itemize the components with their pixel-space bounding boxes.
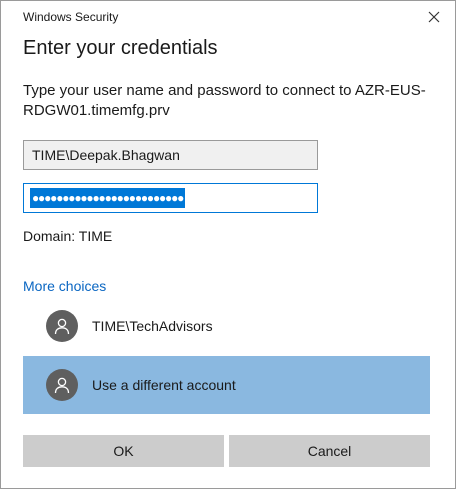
account-label: Use a different account (92, 377, 236, 393)
title-bar: Windows Security (1, 1, 455, 33)
dialog-message: Type your user name and password to conn… (23, 82, 426, 119)
cancel-button[interactable]: Cancel (229, 435, 430, 467)
window-title: Windows Security (23, 10, 119, 24)
domain-label: Domain: TIME (23, 228, 113, 244)
password-field[interactable]: ●●●●●●●●●●●●●●●●●●●●●●●●● (23, 183, 318, 213)
dialog-heading: Enter your credentials (23, 37, 218, 59)
password-mask: ●●●●●●●●●●●●●●●●●●●●●●●●● (30, 188, 186, 208)
close-icon (428, 11, 440, 23)
close-button[interactable] (423, 6, 445, 28)
user-avatar-icon (46, 310, 78, 342)
account-option-techadvisors[interactable]: TIME\TechAdvisors (23, 297, 430, 355)
more-choices-link[interactable]: More choices (23, 278, 106, 294)
credentials-dialog: Windows Security Enter your credentials … (0, 0, 456, 489)
user-avatar-icon (46, 369, 78, 401)
username-value: TIME\Deepak.Bhagwan (32, 147, 180, 163)
ok-button[interactable]: OK (23, 435, 224, 467)
account-option-different[interactable]: Use a different account (23, 356, 430, 414)
username-field[interactable]: TIME\Deepak.Bhagwan (23, 140, 318, 170)
account-label: TIME\TechAdvisors (92, 318, 213, 334)
